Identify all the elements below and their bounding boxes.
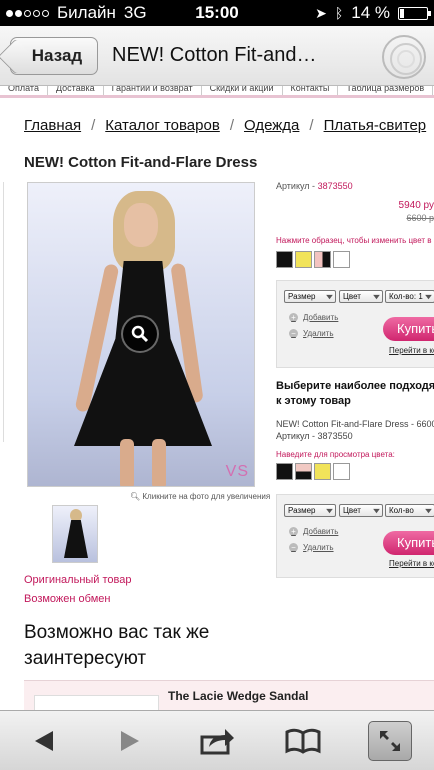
- color-swatch[interactable]: [314, 463, 331, 480]
- color-swatch[interactable]: [276, 463, 293, 480]
- color-swatch[interactable]: [276, 251, 293, 268]
- original-product-badge[interactable]: Оригинальный товар: [24, 574, 132, 586]
- bookmarks-icon[interactable]: [283, 725, 323, 757]
- back-arrow-icon[interactable]: [28, 725, 60, 757]
- forward-arrow-icon[interactable]: [114, 725, 146, 757]
- product-photo[interactable]: VS: [27, 182, 255, 487]
- go-to-cart-link[interactable]: Перейти в корз: [389, 346, 434, 355]
- minus-icon: −: [289, 543, 298, 552]
- recommend-heading: Возможно вас так же заинтересуют: [24, 622, 210, 669]
- zoom-hint: 🔍︎ Кликните на фото для увеличения: [130, 492, 270, 501]
- plus-icon: +: [289, 527, 298, 536]
- site-menu: Оплата Доставка Гарантии и возврат Скидк…: [0, 86, 434, 98]
- breadcrumb-catalog[interactable]: Каталог товаров: [105, 117, 220, 134]
- color-select[interactable]: Цвет: [339, 290, 383, 303]
- menu-item[interactable]: Контакты: [283, 86, 339, 95]
- page-edge: [0, 182, 4, 442]
- menu-item[interactable]: Скидки и акции: [202, 86, 283, 95]
- product-thumbnail[interactable]: [52, 505, 98, 563]
- color-swatch[interactable]: [295, 251, 312, 268]
- thumb-dress: [64, 520, 88, 558]
- menu-item[interactable]: Гарантии и возврат: [104, 86, 202, 95]
- purchase-form: Размер Цвет Кол-во: 1 + Добавить − Удалить…: [276, 280, 434, 368]
- quantity-select[interactable]: Кол-во: 1: [385, 290, 434, 303]
- breadcrumb-separator: /: [309, 117, 314, 134]
- loading-spinner-icon: [382, 35, 426, 79]
- quantity-select[interactable]: Кол-во: [385, 504, 434, 517]
- add-link[interactable]: + Добавить: [289, 527, 338, 536]
- article-value: 3873550: [317, 181, 353, 191]
- color-swatches: [276, 251, 350, 268]
- color-select[interactable]: Цвет: [339, 504, 383, 517]
- location-icon: ➤: [315, 4, 327, 21]
- go-to-cart-link[interactable]: Перейти в корз: [389, 559, 434, 568]
- small-magnifier-icon: 🔍︎: [130, 492, 141, 501]
- breadcrumb: Главная / Каталог товаров / Одежда / Пла…: [24, 117, 426, 134]
- menu-item[interactable]: Оплата: [0, 86, 48, 95]
- color-hint: Нажмите образец, чтобы изменить цвет в ф…: [276, 236, 434, 245]
- zoom-hint-text: Кликните на фото для увеличения: [142, 492, 271, 501]
- battery-percent: 14 %: [351, 3, 390, 22]
- share-icon[interactable]: [198, 725, 236, 757]
- article-label: Артикул -: [276, 181, 318, 191]
- breadcrumb-sweater-dresses[interactable]: Платья-свитер: [324, 117, 427, 134]
- back-button[interactable]: Назад: [10, 37, 98, 75]
- recommended-item-title: The Lacie Wedge Sandal: [168, 689, 309, 703]
- brand-logo: VS: [225, 463, 249, 480]
- recommended-item[interactable]: The Lacie Wedge Sandal: [24, 680, 434, 715]
- model-leg: [152, 439, 166, 486]
- remove-link[interactable]: − Удалить: [289, 543, 334, 552]
- bundle-purchase-form: Размер Цвет Кол-во + Добавить − Удалить Ку…: [276, 494, 434, 578]
- menu-item[interactable]: Таблица размеров: [338, 86, 434, 95]
- old-price: 6600 р: [406, 213, 434, 223]
- color-swatch[interactable]: [333, 463, 350, 480]
- size-select[interactable]: Размер: [284, 290, 336, 303]
- bundle-color-swatches: [276, 463, 350, 480]
- zoom-button[interactable]: [121, 315, 159, 353]
- bundle-item: NEW! Cotton Fit-and-Flare Dress - 6600 А…: [276, 418, 434, 442]
- hover-color-hint: Наведите для просмотра цвета:: [276, 450, 395, 459]
- breadcrumb-separator: /: [91, 117, 96, 134]
- page-title: NEW! Cotton Fit-and…: [112, 44, 317, 66]
- menu-item[interactable]: Доставка: [48, 86, 104, 95]
- remove-link[interactable]: − Удалить: [289, 329, 334, 338]
- model-face: [124, 203, 158, 247]
- breadcrumb-clothing[interactable]: Одежда: [244, 117, 299, 134]
- magnifier-icon: [131, 325, 149, 343]
- article-number: Артикул - 3873550: [276, 181, 353, 191]
- bundle-heading: Выберите наиболее подходя к этому товар: [276, 380, 434, 407]
- bundle-item-title: NEW! Cotton Fit-and-Flare Dress - 6600: [276, 419, 434, 429]
- color-swatch[interactable]: [333, 251, 350, 268]
- battery-icon: [398, 6, 431, 20]
- bundle-item-article: Артикул - 3873550: [276, 431, 353, 441]
- navigation-bar: Назад NEW! Cotton Fit-and…: [0, 26, 434, 86]
- add-link[interactable]: + Добавить: [289, 313, 338, 322]
- product-title: NEW! Cotton Fit-and-Flare Dress: [24, 154, 258, 171]
- status-bar: Билайн 3G 15:00 ➤ ᛒ 14 %: [0, 0, 434, 26]
- plus-icon: +: [289, 313, 298, 322]
- minus-icon: −: [289, 329, 298, 338]
- breadcrumb-home[interactable]: Главная: [24, 117, 81, 134]
- browser-toolbar: [0, 710, 434, 770]
- bluetooth-icon: ᛒ: [334, 5, 344, 21]
- color-swatch[interactable]: [295, 463, 312, 480]
- exchange-badge[interactable]: Возможен обмен: [24, 593, 110, 605]
- size-select[interactable]: Размер: [284, 504, 336, 517]
- price: 5940 ру: [398, 200, 434, 211]
- buy-button[interactable]: Купить: [383, 531, 434, 555]
- buy-button[interactable]: Купить: [383, 317, 434, 341]
- breadcrumb-separator: /: [229, 117, 234, 134]
- model-leg: [120, 439, 134, 486]
- color-swatch[interactable]: [314, 251, 331, 268]
- fullscreen-icon[interactable]: [368, 721, 412, 761]
